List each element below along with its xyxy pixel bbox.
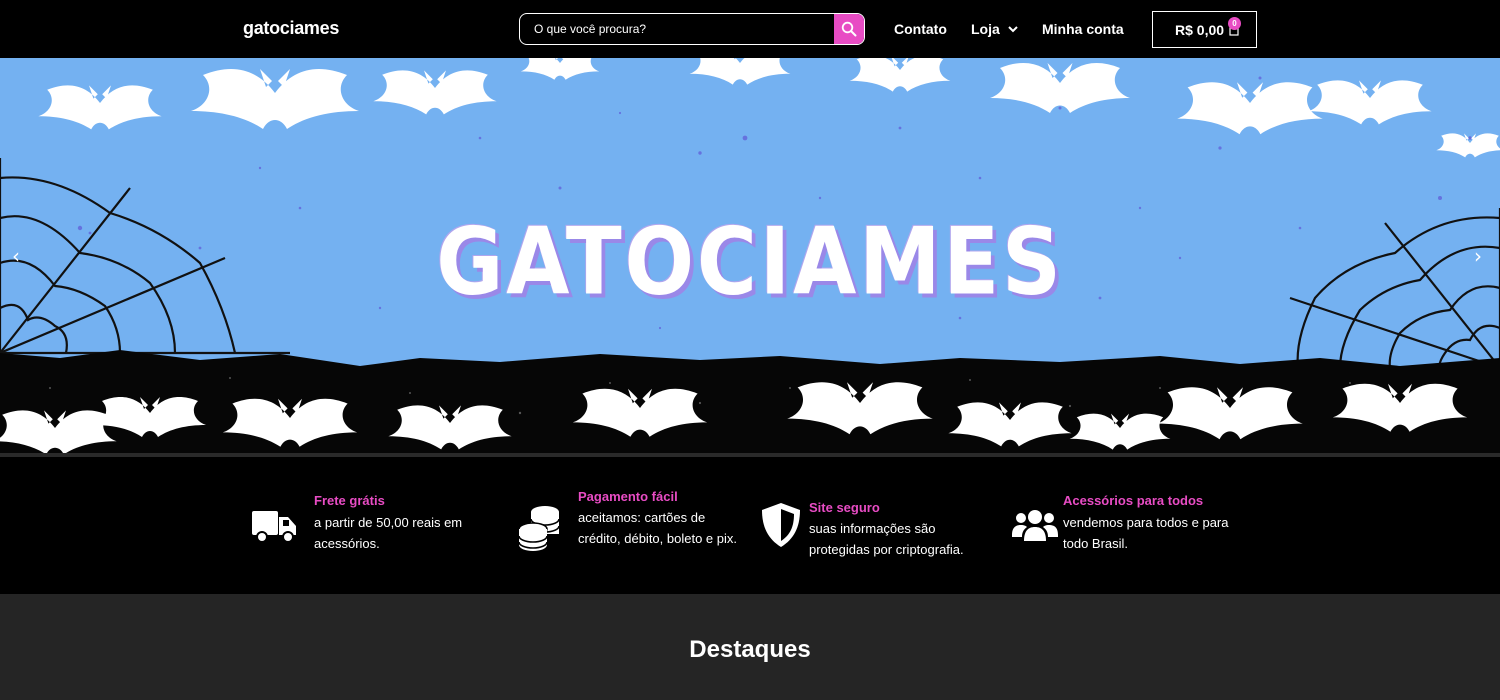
cart-button[interactable]: R$ 0,00: [1152, 11, 1257, 48]
nav-loja-label: Loja: [971, 21, 1000, 37]
coins-icon: [515, 503, 563, 551]
search-button[interactable]: [834, 14, 864, 44]
hero-title: GATOCIAMES: [436, 207, 1064, 316]
chevron-down-icon: [1008, 25, 1018, 32]
feature-text: aceitamos: cartões de crédito, débito, b…: [578, 510, 737, 546]
feature-text: vendemos para todos e para todo Brasil.: [1063, 515, 1229, 551]
hero-banner: GATOCIAMES ‹ ›: [0, 58, 1500, 453]
nav-loja-menu[interactable]: Loja: [971, 21, 1018, 37]
cart-count-badge: 0: [1228, 17, 1241, 30]
search-bar: [519, 13, 865, 45]
feature-title: Site seguro: [809, 500, 880, 515]
carousel-prev-arrow[interactable]: ‹: [12, 244, 20, 268]
feature-title: Frete grátis: [314, 493, 385, 508]
cart-total: R$ 0,00: [1175, 21, 1225, 38]
feature-text: suas informações são protegidas por crip…: [809, 521, 964, 557]
destaques-section: Destaques: [0, 594, 1500, 700]
feature-text: a partir de 50,00 reais em acessórios.: [314, 515, 463, 551]
feature-title: Pagamento fácil: [578, 489, 678, 504]
site-header: gatociames Contato Loja Minha conta R$ 0…: [0, 0, 1500, 58]
carousel-next-arrow[interactable]: ›: [1474, 244, 1482, 268]
feature-title: Acessórios para todos: [1063, 493, 1204, 508]
search-icon: [841, 21, 857, 37]
nav-contato-link[interactable]: Contato: [894, 21, 947, 37]
section-title: Destaques: [689, 636, 811, 663]
truck-icon: [252, 505, 298, 545]
users-icon: [1012, 509, 1058, 543]
nav-minha-conta-link[interactable]: Minha conta: [1042, 21, 1124, 37]
features-section: Frete grátis a partir de 50,00 reais em …: [0, 453, 1500, 594]
site-logo[interactable]: gatociames: [243, 18, 339, 39]
shield-icon: [760, 501, 802, 549]
search-input[interactable]: [520, 14, 834, 44]
